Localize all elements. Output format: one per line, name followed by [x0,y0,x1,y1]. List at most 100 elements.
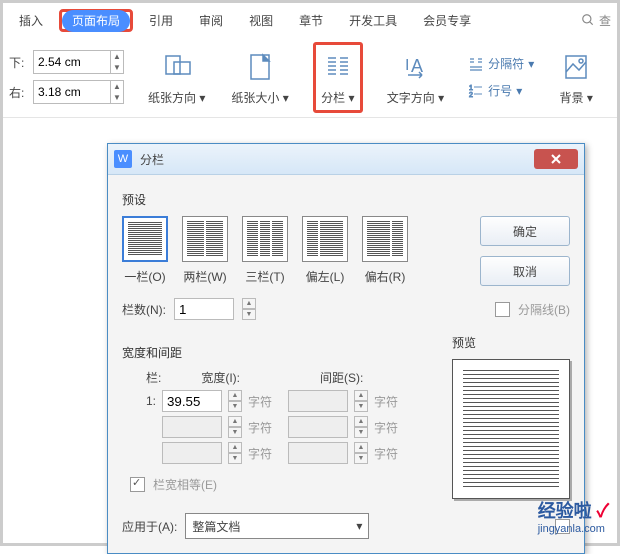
tab-reference[interactable]: 引用 [139,8,183,33]
margin-bottom-input[interactable]: ▲▼ [33,50,124,74]
paper-orientation-button[interactable]: 纸张方向 ▾ [146,49,207,106]
menu-tabs: 插入 页面布局 引用 审阅 视图 章节 开发工具 会员专享 查 [3,3,617,37]
watermark-name: 经验啦 [538,501,592,521]
ok-button[interactable]: 确定 [480,216,570,246]
tab-member[interactable]: 会员专享 [413,8,481,33]
text-direction-button[interactable]: IA 文字方向 ▾ [385,49,446,106]
preset-right[interactable]: 偏右(R) [362,216,408,285]
preset-label: 两栏(W) [183,268,226,285]
spin-up-icon[interactable]: ▲ [242,298,256,309]
row-index: 1: [130,394,156,408]
spin-up-icon: ▲ [354,442,368,453]
unit-label: 字符 [248,445,272,462]
tab-section[interactable]: 章节 [289,8,333,33]
chevron-down-icon: ▾ [356,519,362,533]
spin-up-icon[interactable]: ▲ [110,81,123,92]
line-number-label: 行号 [488,82,512,99]
margin-bottom-label: 下: [9,54,29,71]
spin-up-icon: ▲ [228,442,242,453]
spin-down-icon: ▼ [354,427,368,438]
orientation-label: 纸张方向 [148,91,196,105]
paper-size-icon [242,49,278,85]
preset-three-columns[interactable]: 三栏(T) [242,216,288,285]
spin-down-icon[interactable]: ▼ [242,309,256,320]
margin-right-input[interactable]: ▲▼ [33,80,124,104]
unit-label: 字符 [374,393,398,410]
text-direction-icon: IA [397,49,433,85]
preset-one-column[interactable]: 一栏(O) [122,216,168,285]
spin-down-icon[interactable]: ▼ [228,401,242,412]
chevron-down-icon: ▾ [199,91,205,105]
columns-icon [320,49,356,85]
equal-width-checkbox[interactable] [130,477,145,492]
preset-two-columns[interactable]: 两栏(W) [182,216,228,285]
ribbon-right-group: 分隔符 ▾ 12行号 ▾ [468,55,534,99]
background-button[interactable]: 背景 ▾ [556,49,596,106]
page-button[interactable]: 页 [608,49,620,106]
width-header: 宽度(I): [201,369,240,386]
columns-dialog: W 分栏 预设 一栏(O) 两栏(W) 三栏(T) 偏左(L) 偏右(R) 确定… [107,143,585,554]
svg-text:1: 1 [469,85,473,92]
line-number-icon: 12 [468,83,484,99]
width-input-2 [162,416,222,438]
separator-button[interactable]: 分隔符 ▾ [468,55,534,72]
chevron-down-icon: ▾ [438,91,444,105]
apply-to-select[interactable]: 整篇文档 ▾ [185,513,369,539]
separator-line-label: 分隔线(B) [518,301,570,318]
paper-size-label: 纸张大小 [231,91,279,105]
chevron-down-icon: ▾ [348,91,354,105]
spacing-input-3 [288,442,348,464]
tab-insert[interactable]: 插入 [9,8,53,33]
unit-label: 字符 [248,393,272,410]
cancel-button[interactable]: 取消 [480,256,570,286]
background-label: 背景 [560,91,584,105]
spin-down-icon[interactable]: ▼ [354,401,368,412]
search-label: 查 [599,12,611,29]
svg-text:I: I [405,57,409,74]
watermark: 经验啦 ✓ jingyanla.com [538,497,609,535]
spin-up-icon[interactable]: ▲ [228,390,242,401]
columns-button[interactable]: 分栏 ▾ [318,49,358,106]
svg-text:2: 2 [469,92,473,99]
close-button[interactable] [534,149,578,169]
watermark-url: jingyanla.com [538,523,609,535]
svg-text:A: A [411,56,423,76]
line-number-button[interactable]: 12行号 ▾ [468,82,522,99]
spin-up-icon[interactable]: ▲ [354,390,368,401]
chevron-down-icon: ▾ [587,91,593,105]
paper-size-button[interactable]: 纸张大小 ▾ [229,49,290,106]
margin-right-label: 右: [9,84,29,101]
spin-down-icon[interactable]: ▼ [110,92,123,103]
col-header: 栏: [146,369,161,386]
margin-inputs: 下: ▲▼ 右: ▲▼ [9,50,124,104]
equal-width-label: 栏宽相等(E) [153,476,217,493]
preset-list: 一栏(O) 两栏(W) 三栏(T) 偏左(L) 偏右(R) [122,216,408,285]
preview-label: 预览 [452,334,570,351]
separator-line-checkbox[interactable] [495,302,510,317]
dialog-title: 分栏 [140,151,164,168]
column-count-input[interactable] [174,298,234,320]
separator-label: 分隔符 [488,55,524,72]
apply-to-value: 整篇文档 [192,518,240,535]
width-input-3 [162,442,222,464]
spacing-input-1[interactable] [288,390,348,412]
spin-down-icon: ▼ [354,453,368,464]
spin-up-icon[interactable]: ▲ [110,51,123,62]
search-hint[interactable]: 查 [581,12,617,29]
column-count-label: 栏数(N): [122,301,166,318]
unit-label: 字符 [374,445,398,462]
spin-up-icon: ▲ [228,416,242,427]
orientation-icon [159,49,195,85]
preset-left[interactable]: 偏左(L) [302,216,348,285]
spin-down-icon[interactable]: ▼ [110,62,123,73]
dialog-titlebar[interactable]: W 分栏 [108,144,584,175]
highlight-box-layout: 页面布局 [59,9,133,32]
tab-page-layout[interactable]: 页面布局 [62,10,130,32]
separator-icon [468,56,484,72]
app-icon: W [114,150,132,168]
tab-devtools[interactable]: 开发工具 [339,8,407,33]
chevron-down-icon: ▾ [283,91,289,105]
tab-review[interactable]: 审阅 [189,8,233,33]
tab-view[interactable]: 视图 [239,8,283,33]
width-input-1[interactable] [162,390,222,412]
